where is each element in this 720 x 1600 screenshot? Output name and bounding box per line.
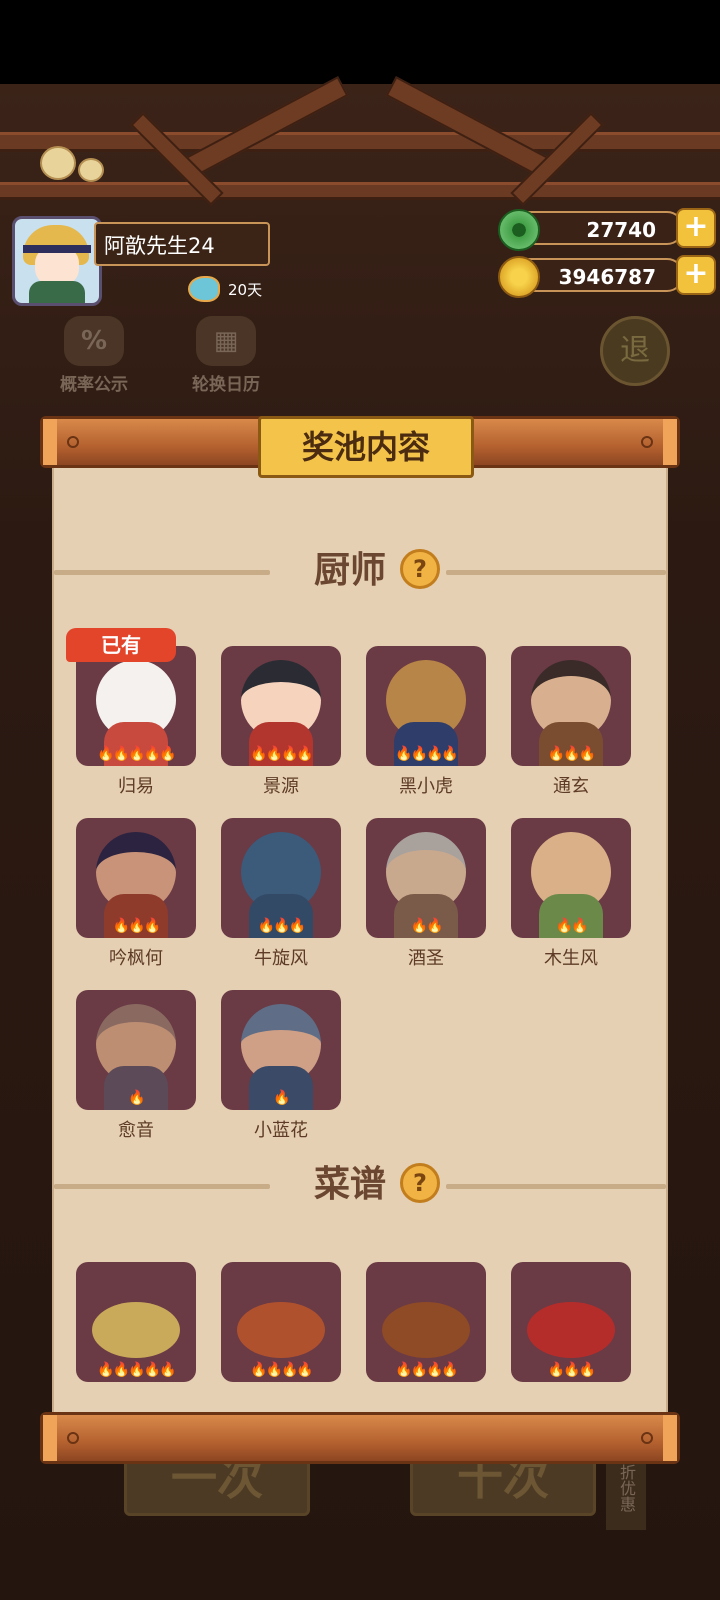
chef-card[interactable]: 🔥 愈音 [76,990,196,1142]
days-label: 20天 [228,280,263,299]
days-counter: 20天 [188,276,262,302]
star-rating: 🔥🔥 [410,918,444,934]
calendar-icon: ▦ [196,316,256,366]
chef-name: 景源 [263,776,299,797]
chefs-section-header: 厨师 ? [54,546,666,596]
probability-label: 概率公示 [60,375,128,395]
probability-button[interactable]: % 概率公示 [44,316,144,395]
chef-card[interactable]: 🔥 小蓝花 [221,990,341,1142]
roof-beam [0,182,720,200]
chef-card[interactable]: 🔥🔥 木生风 [511,818,631,970]
chef-name: 归易 [118,776,154,797]
recipe-card[interactable]: 🔥🔥🔥 [511,1262,631,1382]
star-rating: 🔥 [273,1090,290,1106]
dish-image [527,1302,615,1358]
scroll-rod-bottom [40,1412,680,1464]
add-jade-button[interactable]: + [676,208,716,248]
recipes-section-title: 菜谱 [313,1164,386,1205]
star-rating: 🔥🔥🔥 [547,746,596,762]
star-rating: 🔥🔥🔥 [547,1362,596,1378]
prize-pool-panel: 厨师 ? 🔥🔥🔥🔥🔥 归易 🔥🔥🔥🔥 景源 🔥🔥🔥🔥 黑小虎 🔥🔥🔥 通玄 🔥🔥… [52,466,668,1412]
star-rating: 🔥🔥🔥🔥🔥 [97,746,176,762]
dish-image [382,1302,470,1358]
chef-name: 小蓝花 [254,1120,308,1141]
chef-card[interactable]: 🔥🔥🔥 牛旋风 [221,818,341,970]
star-rating: 🔥🔥🔥 [112,918,161,934]
recipe-card[interactable]: 🔥🔥🔥🔥 [221,1262,341,1382]
chef-name: 愈音 [118,1120,154,1141]
star-rating: 🔥🔥🔥 [257,918,306,934]
coin-icon [498,256,540,298]
owned-tag: 已有 [66,628,176,662]
chef-name: 吟枫何 [109,948,163,969]
calendar-label: 轮换日历 [192,375,260,395]
chefs-section-title: 厨师 [313,550,386,591]
star-rating: 🔥🔥🔥🔥 [395,1362,459,1378]
chef-card[interactable]: 🔥🔥🔥🔥 景源 [221,646,341,798]
roof-beam [0,132,720,152]
add-coins-button[interactable]: + [676,255,716,295]
chef-name: 通玄 [553,776,589,797]
dish-image [92,1302,180,1358]
chef-card[interactable]: 🔥🔥 酒圣 [366,818,486,970]
chick-decoration [78,158,104,182]
recipe-card[interactable]: 🔥🔥🔥🔥 [366,1262,486,1382]
star-rating: 🔥🔥 [555,918,589,934]
star-rating: 🔥🔥🔥🔥 [250,1362,314,1378]
chef-name: 牛旋风 [254,948,308,969]
chef-card[interactable]: 🔥🔥🔥🔥🔥 归易 [76,646,196,798]
chef-card[interactable]: 🔥🔥🔥 通玄 [511,646,631,798]
fish-icon [188,276,220,302]
percent-icon: % [64,316,124,366]
recipe-card[interactable]: 🔥🔥🔥🔥🔥 [76,1262,196,1382]
chick-decoration [40,146,76,180]
back-button[interactable]: 退 [600,316,670,386]
chef-name: 黑小虎 [399,776,453,797]
star-rating: 🔥 [128,1090,145,1106]
player-avatar[interactable] [12,216,102,306]
star-rating: 🔥🔥🔥🔥🔥 [97,1362,176,1378]
recipes-help-button[interactable]: ? [400,1163,440,1203]
chefs-help-button[interactable]: ? [400,549,440,589]
star-rating: 🔥🔥🔥🔥 [395,746,459,762]
dish-image [237,1302,325,1358]
star-rating: 🔥🔥🔥🔥 [250,746,314,762]
chef-card[interactable]: 🔥🔥🔥 吟枫何 [76,818,196,970]
chef-name: 酒圣 [408,948,444,969]
player-name: 阿歆先生24 [94,222,270,266]
chef-card[interactable]: 🔥🔥🔥🔥 黑小虎 [366,646,486,798]
recipes-section-header: 菜谱 ? [54,1160,666,1210]
chef-name: 木生风 [544,948,598,969]
panel-title: 奖池内容 [258,416,474,478]
calendar-button[interactable]: ▦ 轮换日历 [176,316,276,395]
jade-icon [498,209,540,251]
